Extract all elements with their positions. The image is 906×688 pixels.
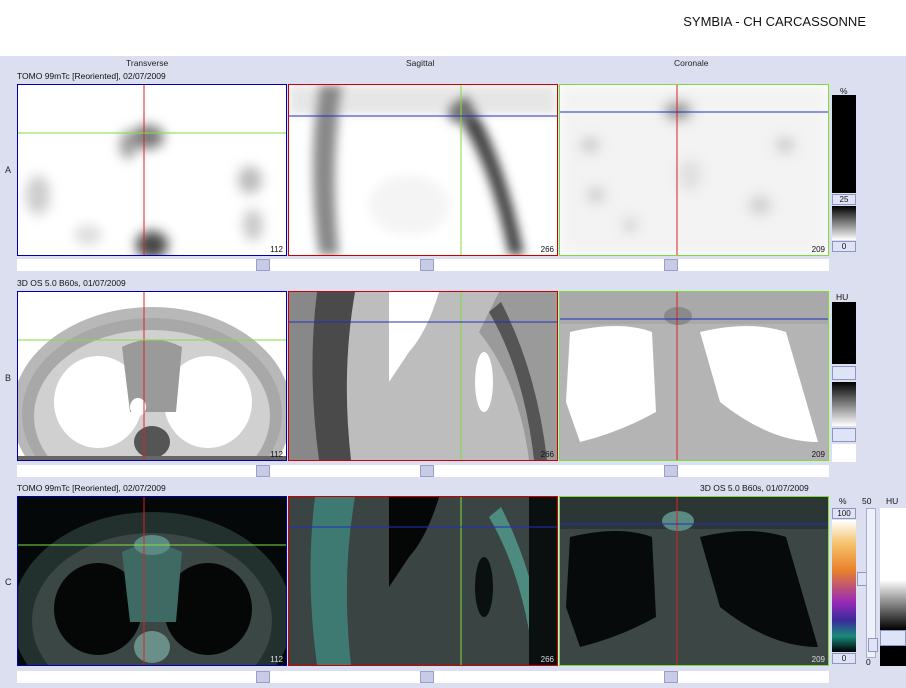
slice-number: 209: [811, 655, 825, 664]
viewport-b-sagittal[interactable]: 266: [288, 291, 558, 461]
ct-sagittal-image: [289, 292, 557, 460]
scale-unit-c: %: [839, 496, 847, 506]
scale-unit-b: HU: [836, 292, 849, 302]
slider-knob-c-transverse[interactable]: [256, 671, 270, 683]
viewport-a-sagittal[interactable]: 266: [288, 84, 558, 256]
ct-coronal-image: [560, 292, 828, 460]
scale-value-c-lower[interactable]: 0: [832, 653, 856, 664]
ct-transverse-image: [18, 292, 286, 460]
viewport-b-transverse[interactable]: 112: [17, 291, 287, 461]
colorbar-c-ct-upper: [880, 508, 906, 580]
scale-unit2-c: HU: [886, 496, 899, 506]
fusion-coronal-image: [560, 497, 828, 665]
viewport-c-sagittal[interactable]: 266: [288, 496, 558, 666]
colorbar-b-lower: [832, 444, 856, 462]
slice-number: 112: [270, 245, 283, 254]
colorbar-b-upper: [832, 302, 856, 364]
window-slider-handle[interactable]: [868, 638, 878, 652]
header-bar: SYMBIA - CH CARCASSONNE: [0, 0, 906, 56]
slider-knob-a-sagittal[interactable]: [420, 259, 434, 271]
slice-number: 209: [811, 450, 825, 459]
series-label-a: TOMO 99mTc [Reoriented], 02/07/2009: [17, 71, 166, 81]
viewport-c-transverse[interactable]: 112: [17, 496, 287, 666]
viewport-a-coronal[interactable]: 209: [559, 84, 829, 256]
fusion-transverse-image: [18, 497, 286, 665]
scale-handle-c-ct[interactable]: [880, 630, 906, 646]
scale-handle-b-upper[interactable]: [832, 366, 856, 380]
spect-transverse-image: [18, 85, 286, 255]
slider-knob-a-transverse[interactable]: [256, 259, 270, 271]
series-label-b: 3D OS 5.0 B60s, 01/07/2009: [17, 278, 126, 288]
slider-knob-b-transverse[interactable]: [256, 465, 270, 477]
column-header-sagittal: Sagittal: [406, 58, 435, 68]
slice-number: 112: [270, 450, 283, 459]
slider-knob-b-sagittal[interactable]: [420, 465, 434, 477]
viewport-c-coronal[interactable]: 209: [559, 496, 829, 666]
colorbar-c-ct-gradient: [880, 580, 906, 630]
window-slider-track[interactable]: [866, 508, 876, 658]
fusion-sagittal-image: [289, 497, 557, 665]
colorbar-a-gradient: [832, 206, 856, 240]
column-header-transverse: Transverse: [126, 58, 169, 68]
colorbar-a-upper: [832, 95, 856, 193]
scale-value-c-upper[interactable]: 100: [832, 508, 856, 519]
series-label-c: TOMO 99mTc [Reoriented], 02/07/2009: [17, 483, 166, 493]
spect-coronal-image: [560, 85, 828, 255]
colorbar-b-gradient: [832, 382, 856, 426]
scale-value-a-lower[interactable]: 0: [832, 241, 856, 252]
spect-sagittal-image: [289, 85, 557, 255]
viewport-b-coronal[interactable]: 209: [559, 291, 829, 461]
viewport-a-transverse[interactable]: 112: [17, 84, 287, 256]
row-letter-b: B: [5, 373, 12, 383]
scale-window-c: 50: [862, 496, 872, 506]
slider-knob-c-coronal[interactable]: [664, 671, 678, 683]
colorbar-c-ct-lower: [880, 646, 906, 666]
column-header-coronal: Coronale: [674, 58, 709, 68]
slice-number: 266: [540, 245, 554, 254]
slider-knob-b-coronal[interactable]: [664, 465, 678, 477]
scale-handle-b-lower[interactable]: [832, 428, 856, 442]
scale-value-a-upper[interactable]: 25: [832, 194, 856, 205]
row-letter-a: A: [5, 165, 12, 175]
slider-knob-a-coronal[interactable]: [664, 259, 678, 271]
slice-number: 266: [540, 655, 554, 664]
series-label-c-right: 3D OS 5.0 B60s, 01/07/2009: [700, 483, 809, 493]
slice-number: 112: [270, 655, 283, 664]
slider-knob-c-sagittal[interactable]: [420, 671, 434, 683]
window-lower-value: 0: [866, 657, 871, 667]
institution-title: SYMBIA - CH CARCASSONNE: [683, 14, 866, 29]
slice-number: 266: [540, 450, 554, 459]
row-letter-c: C: [5, 577, 12, 587]
colorbar-c-pet: [832, 520, 856, 652]
slice-number: 209: [811, 245, 825, 254]
